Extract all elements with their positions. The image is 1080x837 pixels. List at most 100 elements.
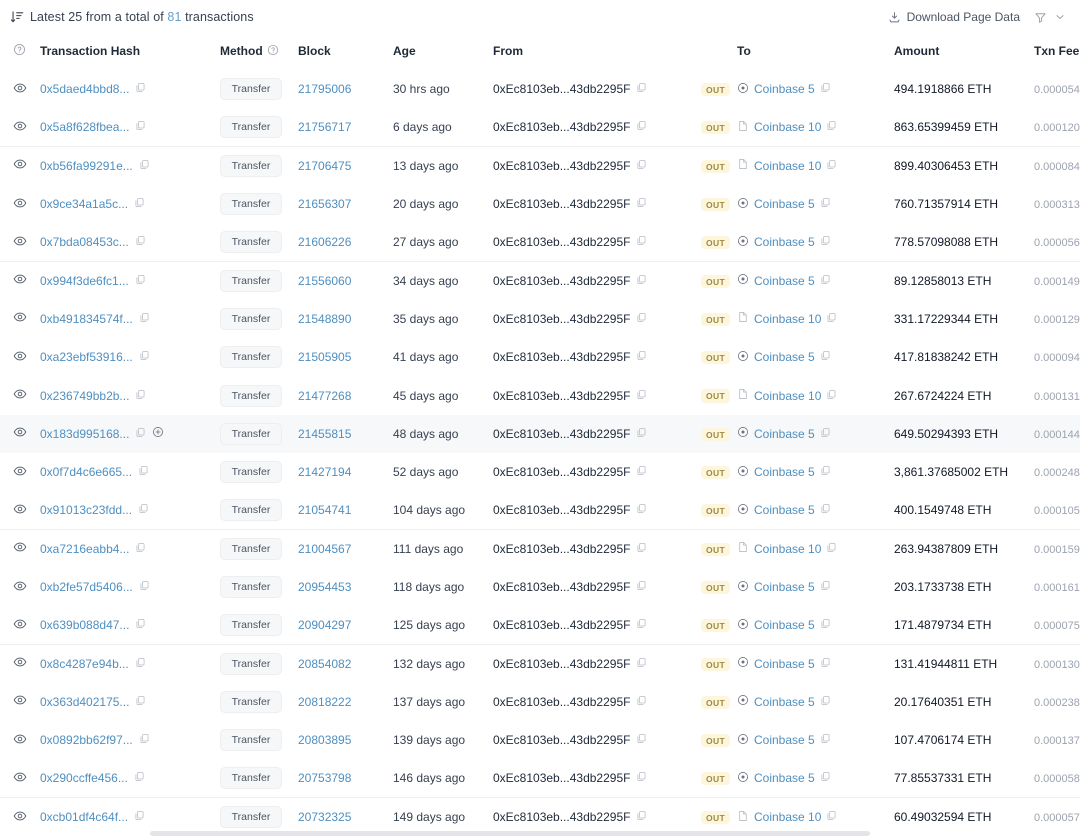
eye-icon[interactable] (13, 390, 27, 404)
copy-icon[interactable] (820, 657, 831, 671)
column-header-age[interactable]: Age (393, 34, 493, 70)
transaction-hash-link[interactable]: 0x91013c23fdd... (40, 503, 132, 517)
eye-icon[interactable] (13, 773, 27, 787)
row-preview-cell[interactable] (0, 683, 40, 721)
method-badge[interactable]: Transfer (220, 385, 282, 407)
copy-icon[interactable] (826, 389, 837, 403)
table-row[interactable]: 0x0892bb62f97...Transfer20803895139 days… (0, 721, 1080, 759)
copy-icon[interactable] (820, 82, 831, 96)
block-link[interactable]: 20803895 (298, 733, 351, 747)
eye-icon[interactable] (13, 313, 27, 327)
eye-icon[interactable] (13, 505, 27, 519)
copy-icon[interactable] (820, 465, 831, 479)
block-link[interactable]: 21556060 (298, 274, 351, 288)
to-address-link[interactable]: Coinbase 5 (754, 618, 815, 632)
copy-icon[interactable] (135, 235, 146, 249)
row-preview-cell[interactable] (0, 453, 40, 491)
eye-icon[interactable] (13, 199, 27, 213)
copy-icon[interactable] (636, 542, 647, 556)
method-badge[interactable]: Transfer (220, 653, 282, 675)
eye-icon[interactable] (13, 237, 27, 251)
table-row[interactable]: 0xb491834574f...Transfer2154889035 days … (0, 300, 1080, 338)
table-row[interactable]: 0xb2fe57d5406...Transfer20954453118 days… (0, 568, 1080, 606)
table-row[interactable]: 0x994f3de6fc1...Transfer2155606034 days … (0, 261, 1080, 299)
row-preview-cell[interactable] (0, 644, 40, 682)
copy-icon[interactable] (636, 657, 647, 671)
copy-icon[interactable] (636, 427, 647, 441)
method-badge[interactable]: Transfer (220, 767, 282, 789)
copy-icon[interactable] (134, 810, 145, 824)
copy-icon[interactable] (135, 427, 146, 441)
transaction-hash-link[interactable]: 0x639b088d47... (40, 618, 129, 632)
table-row[interactable]: 0x236749bb2b...Transfer2147726845 days a… (0, 376, 1080, 414)
copy-icon[interactable] (139, 159, 150, 173)
filter-controls[interactable] (1034, 11, 1066, 24)
transaction-hash-link[interactable]: 0x9ce34a1a5c... (40, 197, 128, 211)
to-address-link[interactable]: Coinbase 5 (754, 657, 815, 671)
row-preview-cell[interactable] (0, 185, 40, 223)
to-address-link[interactable]: Coinbase 5 (754, 197, 815, 211)
method-badge[interactable]: Transfer (220, 499, 282, 521)
row-preview-cell[interactable] (0, 223, 40, 261)
transaction-hash-link[interactable]: 0x236749bb2b... (40, 389, 129, 403)
method-badge[interactable]: Transfer (220, 461, 282, 483)
row-preview-cell[interactable] (0, 261, 40, 299)
block-link[interactable]: 20904297 (298, 618, 351, 632)
table-row[interactable]: 0x639b088d47...Transfer20904297125 days … (0, 606, 1080, 644)
copy-icon[interactable] (138, 503, 149, 517)
block-link[interactable]: 21548890 (298, 312, 351, 326)
copy-icon[interactable] (135, 120, 146, 134)
table-row[interactable]: 0x5a8f628fbea...Transfer217567176 days a… (0, 108, 1080, 146)
column-header-amount[interactable]: Amount (894, 34, 1034, 70)
to-address-link[interactable]: Coinbase 5 (754, 274, 815, 288)
to-address-link[interactable]: Coinbase 10 (754, 312, 821, 326)
to-address-link[interactable]: Coinbase 5 (754, 733, 815, 747)
eye-icon[interactable] (13, 582, 27, 596)
copy-icon[interactable] (135, 274, 146, 288)
copy-icon[interactable] (134, 197, 145, 211)
copy-icon[interactable] (820, 235, 831, 249)
method-badge[interactable]: Transfer (220, 691, 282, 713)
horizontal-scrollbar[interactable] (0, 830, 1080, 837)
block-link[interactable]: 21656307 (298, 197, 351, 211)
copy-icon[interactable] (820, 580, 831, 594)
copy-icon[interactable] (636, 350, 647, 364)
to-address-link[interactable]: Coinbase 5 (754, 503, 815, 517)
block-link[interactable]: 20732325 (298, 810, 351, 824)
copy-icon[interactable] (820, 427, 831, 441)
copy-icon[interactable] (636, 465, 647, 479)
method-badge[interactable]: Transfer (220, 346, 282, 368)
eye-icon[interactable] (13, 735, 27, 749)
row-preview-cell[interactable] (0, 108, 40, 146)
copy-icon[interactable] (826, 542, 837, 556)
table-row[interactable]: 0x9ce34a1a5c...Transfer2165630720 days a… (0, 185, 1080, 223)
row-preview-cell[interactable] (0, 568, 40, 606)
eye-icon[interactable] (13, 467, 27, 481)
block-link[interactable]: 21505905 (298, 350, 351, 364)
column-header-txn-fee[interactable]: Txn Fee (1034, 34, 1080, 70)
question-circle-icon[interactable] (267, 44, 279, 59)
copy-icon[interactable] (826, 810, 837, 824)
transaction-hash-link[interactable]: 0x8c4287e94b... (40, 657, 129, 671)
transaction-hash-link[interactable]: 0xb2fe57d5406... (40, 580, 133, 594)
method-badge[interactable]: Transfer (220, 806, 282, 828)
table-row[interactable]: 0x8c4287e94b...Transfer20854082132 days … (0, 644, 1080, 682)
method-badge[interactable]: Transfer (220, 116, 282, 138)
eye-icon[interactable] (13, 352, 27, 366)
copy-icon[interactable] (820, 771, 831, 785)
to-address-link[interactable]: Coinbase 5 (754, 771, 815, 785)
expand-icon[interactable] (152, 426, 164, 441)
method-badge[interactable]: Transfer (220, 729, 282, 751)
transaction-hash-link[interactable]: 0xa23ebf53916... (40, 350, 133, 364)
block-link[interactable]: 21795006 (298, 82, 351, 96)
method-badge[interactable]: Transfer (220, 193, 282, 215)
copy-icon[interactable] (820, 618, 831, 632)
copy-icon[interactable] (826, 159, 837, 173)
eye-icon[interactable] (13, 620, 27, 634)
copy-icon[interactable] (820, 197, 831, 211)
copy-icon[interactable] (826, 120, 837, 134)
transaction-hash-link[interactable]: 0x183d995168... (40, 427, 129, 441)
to-address-link[interactable]: Coinbase 5 (754, 695, 815, 709)
copy-icon[interactable] (636, 733, 647, 747)
block-link[interactable]: 20954453 (298, 580, 351, 594)
